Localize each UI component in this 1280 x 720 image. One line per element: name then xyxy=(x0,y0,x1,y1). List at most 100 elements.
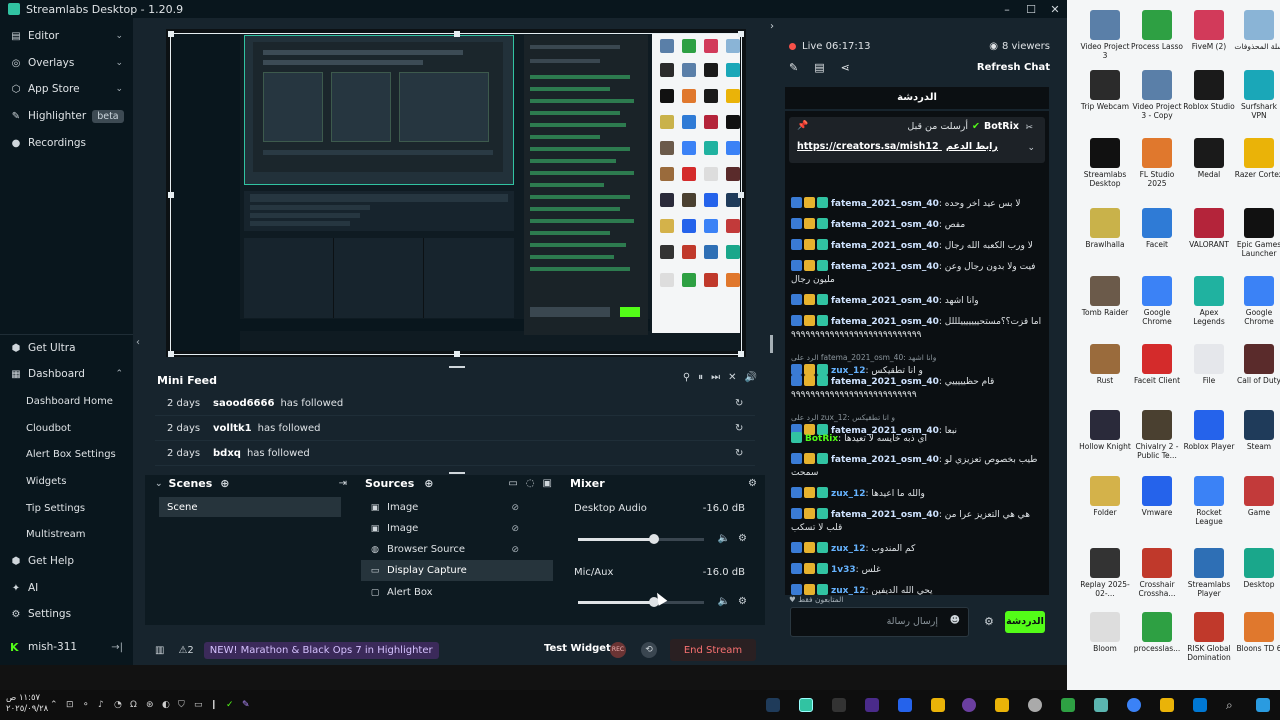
source-item[interactable]: ▣ Image ⊘ xyxy=(361,518,553,539)
preview-scrollbar[interactable] xyxy=(770,335,773,353)
hide-icon[interactable]: ◌ xyxy=(526,478,535,489)
chevron-up-icon[interactable]: ⌃ xyxy=(115,369,123,379)
add-scene-icon[interactable]: ⊕ xyxy=(220,477,229,490)
desktop-shortcut[interactable]: Video Project 3 - Copy xyxy=(1131,70,1183,120)
replay-icon[interactable]: ↻ xyxy=(735,423,755,434)
mixer-settings-icon[interactable]: ⚙ xyxy=(748,478,757,489)
pinned-link-url[interactable]: https://creators.sa/mish12 xyxy=(797,141,939,152)
sidebar-item-get-help[interactable]: ⬢ Get Help xyxy=(0,548,133,574)
network-icon[interactable]: ⚬ xyxy=(82,700,90,710)
file-explorer-icon[interactable] xyxy=(1160,698,1174,712)
volume-slider-knob[interactable] xyxy=(648,534,659,544)
kick-tray-icon[interactable]: ✓ xyxy=(226,700,234,710)
chat-input[interactable]: إرسال رسالة ☻ xyxy=(790,607,969,637)
mute-alerts-icon[interactable]: ✕ xyxy=(728,372,736,383)
streamlabs-taskbar-icon[interactable] xyxy=(799,698,813,712)
chat-message[interactable]: fatema_2021_osm_40: وانا اشهد xyxy=(791,294,1043,308)
sidebar-item-dashboard[interactable]: ▦ Dashboard ⌃ xyxy=(0,361,133,387)
sidebar-item-recordings[interactable]: ● Recordings xyxy=(0,130,133,156)
chat-settings-icon[interactable]: ⚙ xyxy=(984,615,994,628)
edit-stream-info-icon[interactable]: ✎ xyxy=(789,61,798,74)
desktop-shortcut[interactable]: Razer Cortex xyxy=(1233,138,1280,179)
chevron-down-icon[interactable]: ⌄ xyxy=(1027,143,1035,153)
chat-message[interactable]: fatema_2021_osm_40: هي هي التعزيز عرا من… xyxy=(791,508,1043,535)
desktop-shortcut[interactable]: Process Lasso xyxy=(1131,10,1183,51)
desktop-shortcut[interactable]: سلة المحذوفات xyxy=(1233,10,1280,51)
logout-icon[interactable]: →| xyxy=(111,642,123,653)
display-icon[interactable]: ▭ xyxy=(194,700,203,710)
tray-chevron-icon[interactable]: ⌃ xyxy=(50,700,58,710)
desktop-shortcut[interactable]: Rust xyxy=(1079,344,1131,385)
popout-icon[interactable]: ▤ xyxy=(814,61,824,74)
end-stream-button[interactable]: End Stream xyxy=(670,639,756,661)
pen-icon[interactable]: ✎ xyxy=(242,700,250,710)
desktop-shortcut[interactable]: Apex Legends xyxy=(1183,276,1235,326)
arrow-icon[interactable] xyxy=(995,698,1009,712)
chat-username[interactable]: fatema_2021_osm_40 xyxy=(831,377,939,387)
pinned-message[interactable]: 📌 أرسلت من قبل ✔ BotRix ✂ https://creato… xyxy=(789,117,1045,163)
add-source-icon[interactable]: ⊕ xyxy=(424,477,433,490)
chat-message[interactable]: الرد على fatema_2021_osm_40: وانا اشهد zu… xyxy=(791,351,1043,378)
desktop-shortcut[interactable]: Google Chrome xyxy=(1233,276,1280,326)
sidebar-item-ai[interactable]: ✦ AI xyxy=(0,575,133,601)
volume-icon[interactable]: 🔊 xyxy=(745,372,757,383)
sidebar-item-app-store[interactable]: ⬡ App Store ⌄ xyxy=(0,76,133,102)
mic-icon[interactable]: ❙ xyxy=(210,700,218,710)
source-item[interactable]: ▢ Alert Box xyxy=(361,582,553,603)
chat-username[interactable]: fatema_2021_osm_40 xyxy=(831,199,939,209)
scene-transitions-icon[interactable]: ⇥ xyxy=(339,478,347,489)
desktop-shortcut[interactable]: Roblox Studio xyxy=(1183,70,1235,111)
desktop-shortcut[interactable]: Video Project 3 xyxy=(1079,10,1131,60)
chat-message[interactable]: 1v33: غلس xyxy=(791,563,1043,577)
pause-icon[interactable]: ⏸ xyxy=(698,372,703,383)
app-icon[interactable] xyxy=(865,698,879,712)
user-account[interactable]: K mish-311 →| xyxy=(0,636,133,658)
chat-username[interactable]: zux_12 xyxy=(831,586,865,595)
desktop-shortcut[interactable]: Surfshark VPN xyxy=(1233,70,1280,120)
mute-icon[interactable]: 🔈 xyxy=(718,596,730,607)
folder-icon[interactable]: ▭ xyxy=(508,478,517,489)
desktop-shortcut[interactable]: Faceit Client xyxy=(1131,344,1183,385)
visibility-off-icon[interactable]: ⊘ xyxy=(511,545,519,555)
replay-buffer-icon[interactable]: ⟲ xyxy=(641,642,657,658)
collapse-sidebar-icon[interactable]: ‹ xyxy=(136,337,140,348)
replay-icon[interactable]: ↻ xyxy=(735,398,755,409)
desktop-shortcut[interactable]: FL Studio 2025 xyxy=(1131,138,1183,188)
sidebar-sub-multistream[interactable]: Multistream xyxy=(26,524,86,544)
expand-chat-icon[interactable]: › xyxy=(770,21,774,32)
gear-icon[interactable]: ⚙ xyxy=(738,533,747,544)
desktop-shortcut[interactable]: Game xyxy=(1233,476,1280,517)
sidebar-sub-widgets[interactable]: Widgets xyxy=(26,471,66,491)
sidebar-sub-tip-settings[interactable]: Tip Settings xyxy=(26,498,85,518)
chat-username[interactable]: fatema_2021_osm_40 xyxy=(831,220,939,230)
chat-username[interactable]: zux_12 xyxy=(831,489,865,499)
filter-icon[interactable]: ⚲ xyxy=(683,372,690,383)
steam-tray-icon[interactable]: ⊛ xyxy=(146,700,154,710)
source-item[interactable]: ◍ Browser Source ⊘ xyxy=(361,539,553,560)
chat-username[interactable]: fatema_2021_osm_40 xyxy=(831,262,939,272)
steam-icon[interactable] xyxy=(766,698,780,712)
pinned-link[interactable]: https://creators.sa/mish12 رابط الدعم xyxy=(797,141,998,152)
desktop-shortcut[interactable]: processlas... xyxy=(1131,612,1183,653)
capcut-icon[interactable] xyxy=(832,698,846,712)
visibility-off-icon[interactable]: ⊘ xyxy=(511,524,519,534)
gear-icon[interactable]: ⚙ xyxy=(738,596,747,607)
headset-icon[interactable]: Ω xyxy=(130,700,137,710)
properties-icon[interactable]: ▣ xyxy=(543,478,552,489)
wifi-icon[interactable]: ◔ xyxy=(114,700,122,710)
maximize-button[interactable]: ☐ xyxy=(1019,3,1043,16)
send-chat-button[interactable]: الدردشة xyxy=(1005,611,1045,633)
sidebar-item-overlays[interactable]: ◎ Overlays ⌄ xyxy=(0,50,133,76)
chat-username[interactable]: fatema_2021_osm_40 xyxy=(831,317,939,327)
desktop-shortcut[interactable]: Call of Duty xyxy=(1233,344,1280,385)
chat-message[interactable]: BotRix: اي ذبه خايسه لا تعيدها xyxy=(791,432,1043,446)
taskbar-clock[interactable]: ١١:٥٧ ص ٢٠٢٥/٠٩/٢٨ xyxy=(6,693,48,715)
panel-resize-handle[interactable] xyxy=(449,472,465,474)
chat-message[interactable]: fatema_2021_osm_40: فيت ولا بدون رجال وع… xyxy=(791,260,1043,287)
desktop-shortcut[interactable]: Roblox Player xyxy=(1183,410,1235,451)
chat-message[interactable]: fatema_2021_osm_40: اما قزت؟؟مستحييييييي… xyxy=(791,315,1043,342)
desktop-shortcut[interactable]: Trip Webcam xyxy=(1079,70,1131,111)
search-icon[interactable]: ⌕ xyxy=(1226,698,1233,713)
discord-icon[interactable] xyxy=(898,698,912,712)
tray-icon[interactable]: ⊡ xyxy=(66,700,74,710)
